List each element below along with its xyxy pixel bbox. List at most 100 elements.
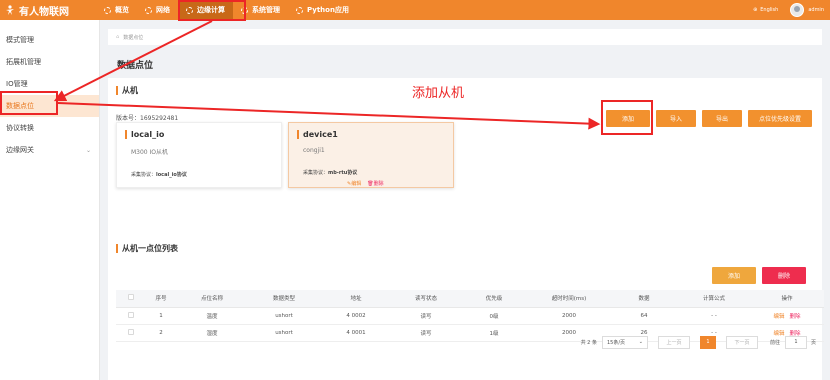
highlight-box-edge-computing — [178, 0, 246, 21]
slave-card-protocol: 采集协议：mb-rtu协议 — [303, 170, 358, 176]
priority-settings-button[interactable]: 点位优先级设置 — [748, 110, 812, 127]
network-icon — [145, 6, 152, 14]
cell-priority: 0级 — [460, 307, 528, 325]
highlight-box-data-points — [0, 91, 58, 115]
table-header-row: 序号 点位名称 数据类型 地址 读写状态 优先级 超时时间(ms) 数据 计算公… — [116, 290, 824, 308]
globe-icon: ⊕ — [753, 7, 758, 13]
cell-priority: 1级 — [460, 324, 528, 342]
pagination: 共 2 条 15条/页 ⌄ 上一页 1 下一页 前往 1 页 — [581, 335, 816, 349]
delete-point-button[interactable]: 删除 — [762, 267, 806, 284]
chevron-down-icon: ⌄ — [638, 339, 643, 345]
sidebar-item-label: 协议转换 — [6, 124, 34, 132]
table-row[interactable]: 1 温度 ushort 4 0002 读写 0级 2000 64 - - 编辑删… — [116, 307, 824, 325]
nav-item-python[interactable]: Python应用 — [288, 0, 357, 20]
cell-rw: 读写 — [392, 307, 460, 325]
nav-item-label: 网络 — [156, 6, 170, 14]
column-header[interactable]: 优先级 — [460, 290, 528, 308]
sidebar-item-label: 模式管理 — [6, 36, 34, 44]
delete-row-link[interactable]: 删除 — [790, 314, 801, 320]
cell-index: 2 — [146, 324, 176, 342]
overview-icon — [104, 6, 111, 14]
slave-card-local-io[interactable]: local_io M300 IO从机 采集协议：local_io协议 — [116, 122, 282, 188]
cell-index: 1 — [146, 307, 176, 325]
sidebar-item-edge-gateway[interactable]: 边缘网关 ⌄ — [0, 139, 99, 161]
nav-item-network[interactable]: 网络 — [137, 0, 178, 20]
page-number-current[interactable]: 1 — [699, 335, 716, 349]
slave-card-device1[interactable]: device1 congji1 采集协议：mb-rtu协议 ✎编辑 🗑删除 — [288, 122, 454, 188]
sidebar-item-label: 拓展机管理 — [6, 58, 41, 66]
nav-item-label: 系统管理 — [252, 6, 280, 14]
slave-card-desc: congji1 — [303, 147, 325, 154]
column-header[interactable]: 数据 — [610, 290, 678, 308]
cell-type: ushort — [248, 307, 320, 325]
slave-card-name: device1 — [297, 130, 338, 139]
app-title: 有人物联网 — [19, 6, 69, 18]
row-checkbox[interactable] — [128, 328, 134, 335]
cell-name: 湿度 — [176, 324, 248, 342]
slave-card-actions: ✎编辑 🗑删除 — [347, 180, 384, 187]
goto-label: 前往 — [769, 339, 780, 346]
sidebar-item-protocol[interactable]: 协议转换 — [0, 117, 99, 139]
select-all-checkbox[interactable] — [128, 294, 134, 301]
slave-card-desc: M300 IO从机 — [131, 149, 169, 156]
language-switch[interactable]: English — [760, 7, 778, 13]
point-list-title: 从机一点位列表 — [116, 244, 178, 253]
sidebar: 模式管理 拓展机管理 IO管理 数据点位 协议转换 边缘网关 ⌄ — [0, 20, 100, 380]
column-header[interactable]: 点位名称 — [176, 290, 248, 308]
main-content: ⌂ 数据点位 数据点位 从机 版本号：1695292481 添加 导入 导出 点… — [100, 20, 830, 380]
chevron-down-icon: ⌄ — [85, 146, 91, 154]
brand-logo[interactable]: 有人物联网 — [0, 3, 96, 18]
edit-slave-link[interactable]: ✎编辑 — [347, 180, 361, 187]
avatar[interactable] — [790, 3, 805, 17]
edit-row-link[interactable]: 编辑 — [773, 314, 784, 320]
point-list-panel: 从机一点位列表 添加 删除 序号 点位名称 数据类型 地址 读写状态 优先级 超… — [108, 236, 824, 380]
export-button[interactable]: 导出 — [702, 110, 742, 127]
version-label: 版本号：1695292481 — [116, 115, 179, 122]
column-header[interactable]: 读写状态 — [392, 290, 460, 308]
sidebar-item-mode[interactable]: 模式管理 — [0, 29, 99, 51]
cell-name: 温度 — [176, 307, 248, 325]
highlight-box-add-slave — [601, 100, 653, 135]
column-header[interactable]: 计算公式 — [678, 290, 750, 308]
column-header[interactable]: 序号 — [146, 290, 176, 308]
page-suffix: 页 — [810, 339, 816, 346]
import-button[interactable]: 导入 — [656, 110, 696, 127]
slave-card-name: local_io — [125, 130, 164, 139]
sidebar-item-expansion[interactable]: 拓展机管理 — [0, 51, 99, 73]
cell-type: ushort — [248, 324, 320, 342]
column-header[interactable]: 地址 — [320, 290, 392, 308]
goto-page-input[interactable]: 1 — [784, 335, 807, 349]
column-header[interactable]: 超时时间(ms) — [528, 290, 610, 308]
breadcrumb-current: 数据点位 — [123, 34, 144, 41]
cell-address: 4 0002 — [320, 307, 392, 325]
column-header[interactable]: 操作 — [750, 290, 824, 308]
home-icon[interactable]: ⌂ — [116, 34, 119, 40]
add-point-button[interactable]: 添加 — [712, 267, 756, 284]
page-title: 数据点位 — [117, 61, 154, 71]
slave-panel-title: 从机 — [116, 86, 138, 95]
nav-item-label: Python应用 — [307, 6, 349, 14]
nav-item-overview[interactable]: 概览 — [96, 0, 137, 20]
cell-rw: 读写 — [392, 324, 460, 342]
nav-item-label: 概览 — [115, 6, 129, 14]
column-header[interactable]: 数据类型 — [248, 290, 320, 308]
python-icon — [296, 6, 303, 14]
person-logo-icon — [6, 5, 14, 15]
pagination-total: 共 2 条 — [580, 339, 597, 346]
next-page-button[interactable]: 下一页 — [725, 335, 758, 349]
breadcrumb: ⌂ 数据点位 — [108, 29, 822, 45]
cell-data: 64 — [610, 307, 678, 325]
username[interactable]: admin — [808, 7, 824, 13]
slave-card-protocol: 采集协议：local_io协议 — [131, 172, 187, 178]
prev-page-button[interactable]: 上一页 — [657, 335, 690, 349]
cell-address: 4 0001 — [320, 324, 392, 342]
top-nav-bar: 有人物联网 概览 网络 边缘计算 系统管理 Python应用 ⊕ English… — [0, 0, 830, 20]
annotation-text: 添加从机 — [412, 86, 465, 101]
point-table: 序号 点位名称 数据类型 地址 读写状态 优先级 超时时间(ms) 数据 计算公… — [116, 290, 824, 342]
cell-formula: - - — [678, 307, 750, 325]
cell-timeout: 2000 — [528, 307, 610, 325]
sidebar-item-label: 边缘网关 — [6, 146, 34, 154]
delete-slave-link[interactable]: 🗑删除 — [367, 180, 383, 187]
row-checkbox[interactable] — [128, 311, 134, 318]
page-size-select[interactable]: 15条/页 ⌄ — [601, 335, 648, 349]
